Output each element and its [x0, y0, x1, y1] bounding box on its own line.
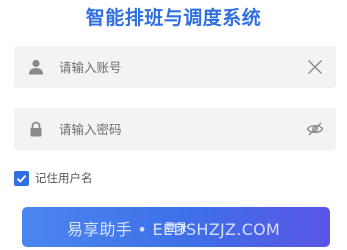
clear-x-icon[interactable] — [306, 58, 324, 76]
remember-username-label: 记住用户名 — [35, 171, 93, 185]
eye-hidden-icon[interactable] — [306, 120, 324, 138]
page-title: 智能排班与调度系统 — [85, 7, 262, 29]
password-input[interactable] — [59, 108, 289, 150]
password-field[interactable] — [14, 108, 336, 150]
remember-username-checkbox[interactable]: 记住用户名 — [14, 170, 93, 186]
lock-icon — [27, 120, 45, 138]
user-icon — [27, 58, 45, 76]
login-button[interactable]: 登录 — [22, 207, 330, 247]
account-field[interactable] — [14, 46, 336, 88]
checkmark-icon[interactable] — [14, 170, 29, 186]
login-button-label: 登录 — [165, 221, 187, 234]
account-input[interactable] — [59, 46, 289, 88]
